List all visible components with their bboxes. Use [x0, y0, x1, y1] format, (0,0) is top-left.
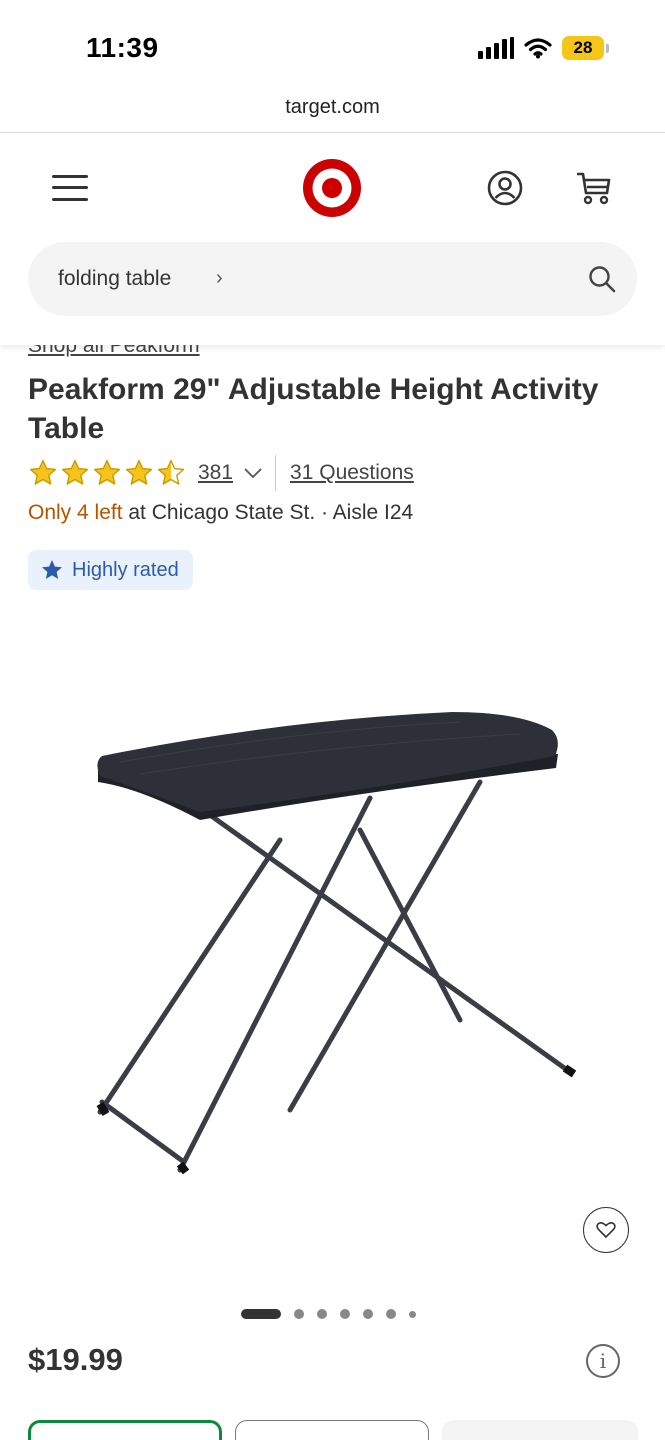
battery-level: 28: [562, 36, 604, 60]
product-image[interactable]: [60, 690, 600, 1190]
search-icon[interactable]: [587, 264, 617, 294]
cart-icon[interactable]: [574, 169, 614, 207]
highly-rated-badge: Highly rated: [28, 550, 193, 590]
carousel-dots: [241, 1309, 416, 1319]
signal-icon: [478, 37, 514, 59]
carousel-dot[interactable]: [317, 1309, 327, 1319]
favorite-button[interactable]: [583, 1207, 629, 1253]
star-icon: [42, 560, 62, 579]
menu-icon: [52, 175, 88, 178]
rating-stars[interactable]: [28, 458, 186, 488]
carousel-dot[interactable]: [386, 1309, 396, 1319]
status-icons: 28: [478, 36, 609, 60]
chevron-down-icon[interactable]: [243, 467, 263, 479]
carousel-dot[interactable]: [241, 1309, 281, 1319]
chevron-right-icon: ›: [216, 267, 223, 289]
heart-icon: [596, 1222, 616, 1239]
fulfillment-option-shipping[interactable]: [442, 1420, 638, 1440]
status-bar: 11:39 28: [0, 0, 665, 92]
star-icon: [61, 459, 89, 485]
product-title: Peakform 29" Adjustable Height Activity …: [28, 373, 599, 445]
account-icon[interactable]: [486, 169, 524, 207]
wifi-icon: [524, 38, 552, 59]
status-time: 11:39: [86, 32, 159, 63]
star-icon: [93, 459, 121, 485]
carousel-dot[interactable]: [409, 1310, 416, 1318]
fulfillment-option-pickup[interactable]: [28, 1420, 222, 1440]
star-icon: [29, 459, 57, 485]
carousel-dot[interactable]: [363, 1309, 373, 1319]
site-header: folding table ›: [0, 133, 665, 345]
search-query[interactable]: folding table: [58, 267, 171, 291]
carousel-dot[interactable]: [340, 1309, 350, 1319]
review-count-link[interactable]: 381: [198, 461, 233, 485]
product-price: $19.99: [28, 1342, 123, 1377]
stock-location: at Chicago State St. · Aisle I24: [122, 501, 414, 524]
star-icon: [125, 459, 153, 485]
menu-button[interactable]: [52, 173, 90, 203]
badge-label: Highly rated: [72, 558, 179, 581]
stock-alert: Only 4 left: [28, 501, 123, 524]
url-bar[interactable]: target.com: [0, 96, 665, 119]
rating-divider: [275, 455, 277, 491]
stock-info: Only 4 left at Chicago State St. · Aisle…: [28, 501, 413, 525]
questions-link[interactable]: 31 Questions: [290, 461, 414, 485]
info-icon[interactable]: i: [586, 1344, 620, 1378]
search-bar[interactable]: folding table ›: [28, 242, 637, 316]
target-logo[interactable]: [302, 158, 362, 218]
star-icon: [157, 459, 185, 485]
battery-indicator: 28: [562, 36, 609, 60]
rating-row: 381 31 Questions: [28, 455, 414, 491]
fulfillment-option-delivery[interactable]: [235, 1420, 429, 1440]
carousel-dot[interactable]: [294, 1309, 304, 1319]
